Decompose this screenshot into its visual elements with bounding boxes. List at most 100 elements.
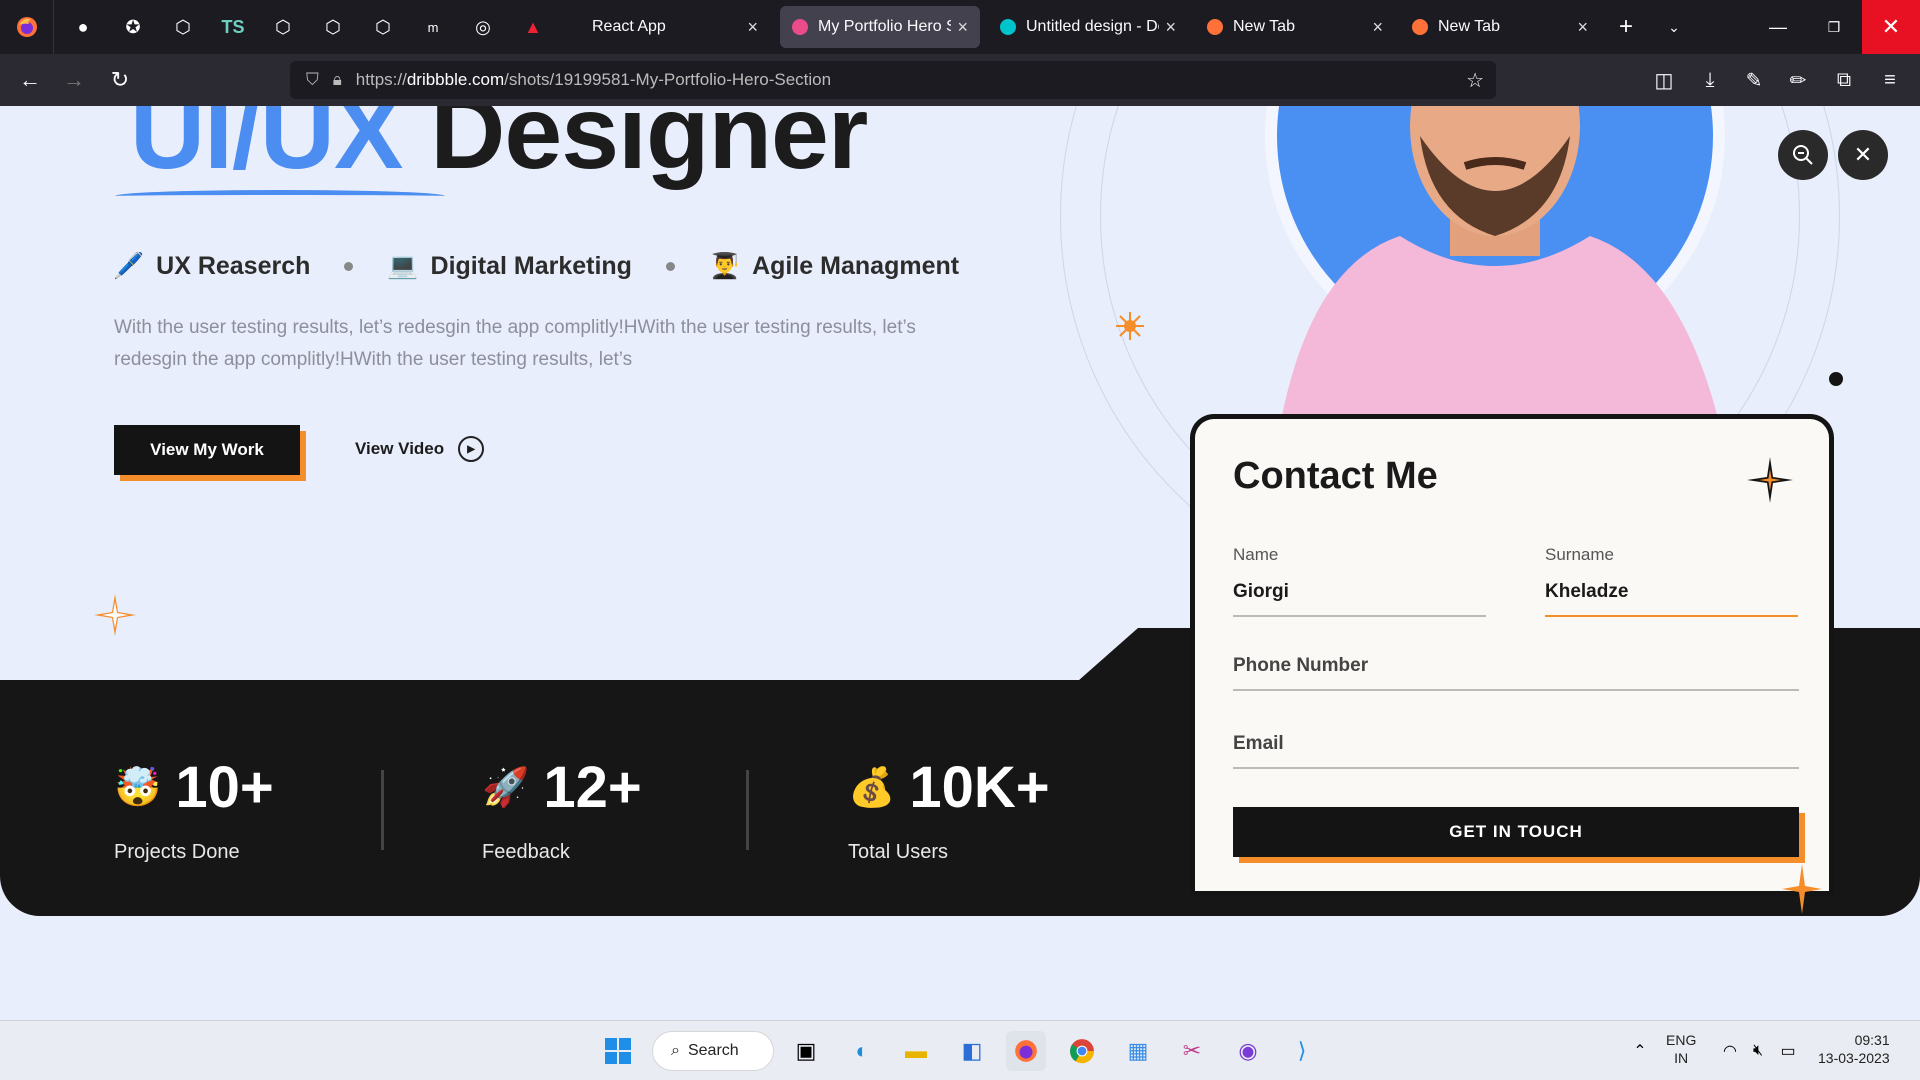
skill-label: UX Reaserch xyxy=(156,252,311,280)
surname-input[interactable]: Kheladze xyxy=(1545,581,1798,617)
minimize-button[interactable]: — xyxy=(1750,0,1806,54)
browser-tab-bar: ● ✪ ⬡ TS ⬡ ⬡ ⬡ m ◎ ▲ React App × My Port… xyxy=(0,0,1920,54)
pinned-tab-10[interactable]: ▲ xyxy=(508,0,558,54)
view-my-work-button[interactable]: View My Work xyxy=(114,425,300,475)
tab-new-2[interactable]: New Tab × xyxy=(1400,6,1600,48)
phone-input[interactable]: Phone Number xyxy=(1233,655,1799,691)
pocket-icon[interactable]: ◫ xyxy=(1646,62,1682,98)
app-menu-icon[interactable]: ≡ xyxy=(1872,62,1908,98)
close-icon[interactable]: × xyxy=(1165,17,1176,38)
download-icon[interactable]: ⤓ xyxy=(1692,62,1728,98)
vscode-icon[interactable]: ⟩ xyxy=(1282,1031,1322,1071)
email-field[interactable]: Email xyxy=(1233,733,1799,769)
sparkle-icon xyxy=(94,594,136,636)
tab-react-app[interactable]: React App × xyxy=(570,6,770,48)
eyedropper-icon[interactable]: ✎ xyxy=(1736,62,1772,98)
pinned-tab-5[interactable]: ⬡ xyxy=(258,0,308,54)
hero-title-accent: UI/UX xyxy=(130,106,403,191)
pinned-tab-7[interactable]: ⬡ xyxy=(358,0,408,54)
stat-value: 10K+ xyxy=(909,755,1050,820)
lang-bottom: IN xyxy=(1674,1050,1689,1066)
view-video-button[interactable]: View Video ▶ xyxy=(355,436,485,462)
back-icon[interactable]: ← xyxy=(8,58,52,102)
pen-icon[interactable]: ✏ xyxy=(1780,62,1816,98)
name-input[interactable]: Giorgi xyxy=(1233,581,1486,617)
url-path: /shots/19199581-My-Portfolio-Hero-Sectio… xyxy=(504,70,832,89)
firefox-taskbar-icon[interactable] xyxy=(1006,1031,1046,1071)
close-window-button[interactable]: ✕ xyxy=(1862,0,1920,54)
tray-chevron-icon[interactable]: ⌃ xyxy=(1620,1031,1660,1071)
tab-title: New Tab xyxy=(1233,18,1295,35)
rocket-emoji-icon: 🚀 xyxy=(482,766,530,809)
skill-label: Agile Managment xyxy=(752,252,960,280)
phone-field[interactable]: Phone Number xyxy=(1233,655,1799,691)
pinned-tab-3[interactable]: ⬡ xyxy=(158,0,208,54)
stat-label: Total Users xyxy=(848,841,949,863)
canva-icon xyxy=(1000,19,1016,35)
title-underline xyxy=(115,190,445,202)
task-view-icon[interactable]: ▣ xyxy=(786,1031,826,1071)
language-indicator[interactable]: ENG IN xyxy=(1666,1031,1696,1067)
zoom-out-button[interactable] xyxy=(1778,130,1828,180)
clock-date: 13-03-2023 xyxy=(1818,1050,1890,1066)
pinned-tab-9[interactable]: ◎ xyxy=(458,0,508,54)
hero-title: UI/UX Designer xyxy=(130,106,868,193)
lock-icon[interactable]: 🔒︎ xyxy=(333,70,342,90)
pinned-tab-4[interactable]: TS xyxy=(208,0,258,54)
extensions-icon[interactable]: ⧉ xyxy=(1826,62,1862,98)
surname-field[interactable]: Surname Kheladze xyxy=(1545,545,1798,617)
ms-store-icon[interactable]: ◧ xyxy=(952,1031,992,1071)
skill-item: 👨‍🎓 Agile Managment xyxy=(709,252,959,281)
stat-value: 12+ xyxy=(543,755,642,820)
tab-new-1[interactable]: New Tab × xyxy=(1195,6,1395,48)
bookmark-star-icon[interactable]: ☆ xyxy=(1466,68,1484,93)
close-icon[interactable]: × xyxy=(747,17,758,38)
close-shot-button[interactable]: ✕ xyxy=(1838,130,1888,180)
windows-start-icon[interactable] xyxy=(598,1031,638,1071)
magnifier-icon xyxy=(1793,145,1813,165)
forward-icon[interactable]: → xyxy=(52,58,96,102)
surname-label: Surname xyxy=(1545,545,1614,564)
tab-title: React App xyxy=(592,18,666,35)
reload-icon[interactable]: ↻ xyxy=(98,58,142,102)
tab-portfolio[interactable]: My Portfolio Hero Se × xyxy=(780,6,980,48)
money-bag-emoji-icon: 💰 xyxy=(848,766,896,809)
edge-icon[interactable]: ◐ xyxy=(842,1031,882,1071)
stat-divider xyxy=(746,770,749,850)
stat-label: Projects Done xyxy=(114,841,240,863)
browser-nav-bar: ← → ↻ ⛉ 🔒︎ https://dribbble.com/shots/19… xyxy=(0,54,1920,106)
close-icon[interactable]: × xyxy=(957,17,968,38)
clock[interactable]: 09:31 13-03-2023 xyxy=(1818,1031,1890,1067)
stat-feedback: 🚀 12+ Feedback xyxy=(482,754,642,864)
stat-divider xyxy=(381,770,384,850)
file-explorer-icon[interactable]: ▬ xyxy=(896,1031,936,1071)
firefox-icon xyxy=(1207,19,1223,35)
list-tabs-icon[interactable]: ⌄ xyxy=(1646,0,1702,54)
close-icon[interactable]: × xyxy=(1372,17,1383,38)
tab-title: My Portfolio Hero Se xyxy=(818,18,952,35)
tab-canva[interactable]: Untitled design - De × xyxy=(988,6,1188,48)
pinned-tab-2[interactable]: ✪ xyxy=(108,0,158,54)
clock-time: 09:31 xyxy=(1854,1032,1890,1048)
shield-icon[interactable]: ⛉ xyxy=(306,70,319,90)
pinned-tab-8[interactable]: m xyxy=(408,0,458,54)
snipping-tool-icon[interactable]: ✂ xyxy=(1172,1031,1212,1071)
skills-list: 🖊️ UX Reaserch 💻 Digital Marketing 👨‍🎓 A… xyxy=(113,252,959,281)
firefox-menu-icon[interactable] xyxy=(0,0,54,54)
taskbar-search[interactable]: ⌕ Search xyxy=(652,1031,774,1071)
close-icon[interactable]: × xyxy=(1577,17,1588,38)
app-mask-icon[interactable]: ◉ xyxy=(1228,1031,1268,1071)
email-input[interactable]: Email xyxy=(1233,733,1799,769)
pinned-tab-1[interactable]: ● xyxy=(58,0,108,54)
lang-top: ENG xyxy=(1666,1032,1697,1048)
control-panel-icon[interactable]: ▦ xyxy=(1118,1031,1158,1071)
address-bar[interactable]: ⛉ 🔒︎ https://dribbble.com/shots/19199581… xyxy=(290,61,1496,99)
battery-icon[interactable]: ▭ xyxy=(1768,1031,1808,1071)
view-video-label: View Video xyxy=(355,439,445,458)
restore-button[interactable]: ❐ xyxy=(1806,0,1862,54)
name-field[interactable]: Name Giorgi xyxy=(1233,545,1486,617)
get-in-touch-button[interactable]: GET IN TOUCH xyxy=(1233,807,1799,857)
mind-blown-emoji-icon: 🤯 xyxy=(114,766,162,809)
pinned-tab-6[interactable]: ⬡ xyxy=(308,0,358,54)
chrome-icon[interactable] xyxy=(1062,1031,1102,1071)
